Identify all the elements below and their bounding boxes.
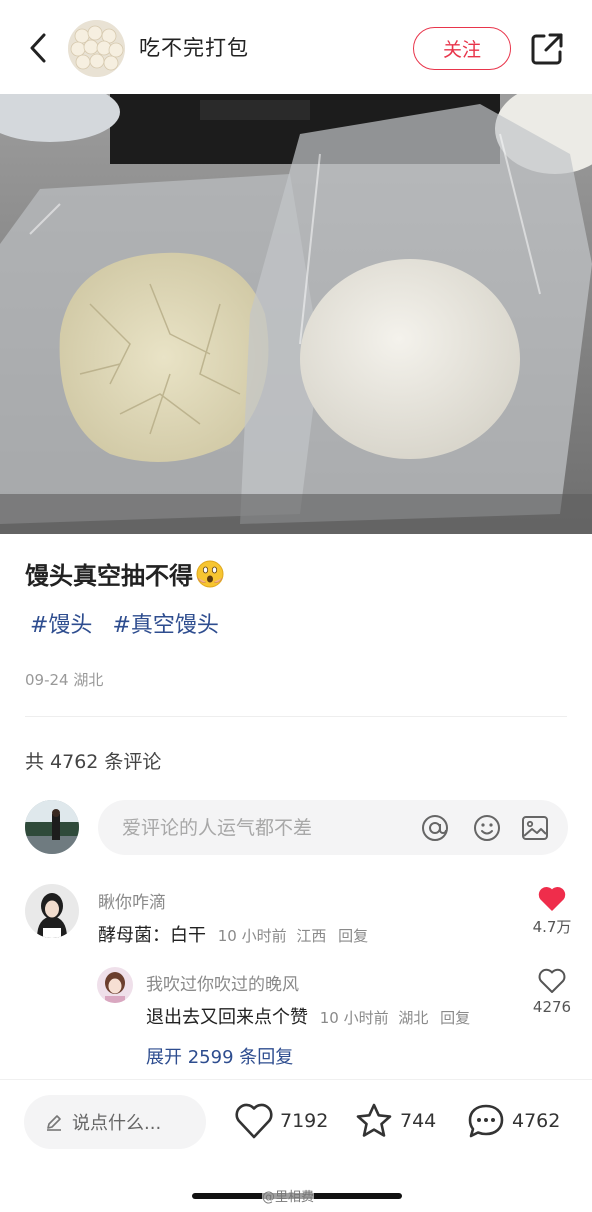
shocked-face-emoji-icon (196, 560, 224, 587)
back-button[interactable] (22, 30, 54, 66)
post-title: 馒头真空抽不得 (25, 556, 225, 591)
post-location: 湖北 (73, 671, 104, 689)
current-user-avatar[interactable] (25, 800, 79, 854)
author-avatar[interactable] (68, 20, 125, 77)
comment-location: 湖北 (398, 1009, 429, 1027)
post-meta: 09-24 湖北 (25, 669, 103, 690)
at-mention-icon[interactable] (420, 813, 450, 843)
share-icon (531, 33, 563, 65)
heart-outline-icon (538, 968, 566, 993)
comment-location: 江西 (296, 927, 327, 945)
avatar-image (25, 884, 79, 938)
avatar-image (97, 967, 133, 1003)
comment-input[interactable] (122, 816, 412, 839)
commenter-name[interactable]: 我吹过你吹过的晚风 (146, 970, 299, 995)
post-like-button[interactable]: 7192 (234, 1102, 328, 1140)
tag-mantou[interactable]: #馒头 (30, 607, 92, 639)
comment-time: 10 小时前 (319, 1009, 389, 1027)
reply-button[interactable]: 回复 (338, 927, 368, 945)
comment-body: 退出去又回来点个赞 10 小时前 湖北 回复 (146, 1003, 470, 1029)
chevron-left-icon (30, 33, 46, 63)
post-collect-button[interactable]: 744 (354, 1102, 436, 1140)
expand-replies-link[interactable]: 展开 2599 条回复 (146, 1043, 293, 1069)
comment-text: 酵母菌：白干 (98, 925, 206, 946)
comment-bubble-icon (468, 1104, 504, 1138)
heart-outline-icon (235, 1103, 273, 1139)
post-comment-button[interactable]: 4762 (466, 1102, 560, 1140)
tag-list: #馒头 #真空馒头 (30, 607, 219, 639)
comment-like-button[interactable]: 4276 (526, 968, 578, 1016)
divider (25, 716, 567, 717)
post-image[interactable] (0, 94, 592, 534)
say-something-placeholder: 说点什么... (72, 1113, 162, 1134)
heart-filled-icon (538, 887, 566, 911)
reply-button[interactable]: 回复 (440, 1009, 470, 1027)
post-title-text: 馒头真空抽不得 (25, 562, 193, 590)
share-button[interactable] (528, 30, 566, 68)
avatar-image (68, 20, 125, 77)
comment-time: 10 小时前 (217, 927, 287, 945)
say-something-input[interactable]: 说点什么... (24, 1095, 206, 1149)
emoji-icon[interactable] (472, 813, 502, 843)
watermark: @里相费 (262, 1186, 315, 1205)
comment-input-box[interactable] (98, 800, 568, 855)
star-outline-icon (356, 1103, 392, 1137)
tag-vacuum-mantou[interactable]: #真空馒头 (112, 607, 218, 639)
follow-button[interactable]: 关注 (413, 27, 511, 70)
vacuum-sealed-buns-image (0, 94, 592, 534)
image-icon[interactable] (520, 813, 550, 843)
commenter-avatar[interactable] (25, 884, 79, 938)
comment-text: 退出去又回来点个赞 (146, 1007, 308, 1028)
author-name[interactable]: 吃不完打包 (139, 32, 249, 62)
comment-count: 共 4762 条评论 (25, 751, 162, 773)
post-date: 09-24 (25, 671, 69, 689)
post-comment-count: 4762 (512, 1110, 561, 1132)
like-count: 4.7万 (532, 918, 572, 936)
divider (0, 1079, 592, 1080)
post-collect-count: 744 (400, 1110, 437, 1132)
post-like-count: 7192 (280, 1110, 329, 1132)
comment-body: 酵母菌：白干 10 小时前 江西 回复 (98, 921, 368, 947)
avatar-image (25, 800, 79, 854)
commenter-avatar[interactable] (97, 967, 133, 1003)
commenter-name[interactable]: 瞅你咋滴 (98, 888, 166, 913)
like-count: 4276 (532, 998, 572, 1016)
pencil-icon (47, 1115, 61, 1131)
comment-like-button[interactable]: 4.7万 (526, 886, 578, 937)
top-bar: 吃不完打包 关注 (0, 0, 592, 94)
